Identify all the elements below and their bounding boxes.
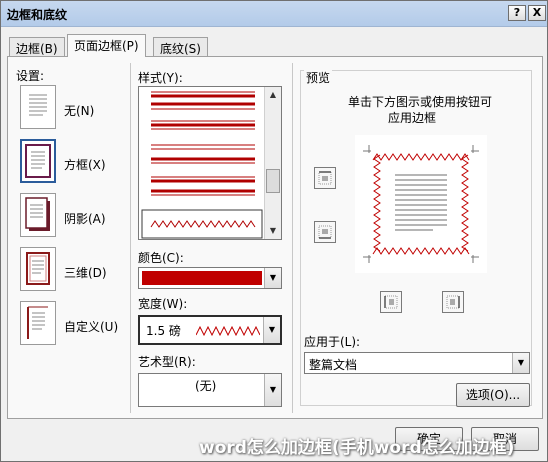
close-button[interactable]: X [528,5,546,21]
tab-shading[interactable]: 底纹(S) [153,37,208,57]
page-3d-border-icon [26,252,50,285]
setting-box-label[interactable]: 方框(X) [64,156,106,173]
column-divider [292,63,293,413]
page-custom-border-icon [27,306,48,339]
scroll-up-icon[interactable]: ▲ [265,87,281,103]
bottom-zigzag-border [372,247,470,255]
title-bar: 边框和底纹 ? X [1,1,547,27]
preview-drawing [363,145,479,263]
column-divider [130,63,131,413]
right-border-icon [446,295,460,309]
apply-to-combo[interactable]: 整篇文档 ▼ [304,352,530,374]
right-zigzag-border [461,154,469,252]
preview-heading: 预览 [304,69,333,86]
setting-3d-label[interactable]: 三维(D) [64,264,107,281]
chevron-down-icon[interactable]: ▼ [263,317,280,343]
page-shadow-border-icon [25,197,50,231]
color-heading: 颜色(C): [138,251,184,265]
options-button[interactable]: 选项(O)... [456,383,530,407]
art-heading: 艺术型(R): [138,355,196,369]
chevron-down-icon[interactable]: ▼ [264,268,281,288]
chevron-down-icon[interactable]: ▼ [264,374,281,406]
width-combo[interactable]: 1.5 磅 ▼ [138,315,282,345]
chevron-down-icon[interactable]: ▼ [512,353,529,373]
color-swatch [142,271,262,285]
setting-3d-thumb[interactable] [20,247,56,291]
help-button[interactable]: ? [508,5,526,21]
setting-custom-label[interactable]: 自定义(U) [64,318,118,335]
selected-style-frame [141,209,263,239]
preview-hint-line1: 单击下方图示或使用按钮可 [348,95,493,109]
setting-none-thumb[interactable] [20,85,56,129]
preview-hint-line2: 应用边框 [388,111,437,125]
art-combo[interactable]: (无) ▼ [138,373,282,407]
scroll-thumb[interactable] [266,169,280,193]
top-border-button[interactable] [314,167,336,189]
settings-heading: 设置: [16,69,45,83]
style-listbox[interactable]: ▲ ▼ [138,86,282,240]
width-heading: 宽度(W): [138,297,188,311]
preview-page[interactable] [355,135,487,273]
setting-custom-thumb[interactable] [20,301,56,345]
zigzag-line-sample [196,325,260,337]
tab-page-border[interactable]: 页面边框(P) [67,34,146,57]
color-combo[interactable]: ▼ [138,267,282,289]
apply-to-heading: 应用于(L): [304,335,361,349]
page-box-border-icon [25,144,51,178]
bottom-border-button[interactable] [314,221,336,243]
left-border-button[interactable] [380,291,402,313]
scroll-down-icon[interactable]: ▼ [265,223,281,239]
setting-none-label[interactable]: 无(N) [64,102,94,119]
style-scrollbar[interactable]: ▲ ▼ [264,87,281,239]
setting-shadow-thumb[interactable] [20,193,56,237]
page-lines-icon [29,94,47,116]
art-value: (无) [195,379,217,393]
preview-text-lines [395,174,447,231]
tab-borders[interactable]: 边框(B) [9,37,65,57]
bottom-border-icon [318,225,332,239]
borders-shading-dialog: 边框和底纹 ? X 边框(B) 页面边框(P) 底纹(S) 设置: 无(N) 方… [0,0,548,462]
line-style-samples[interactable] [139,87,265,239]
dialog-title: 边框和底纹 [7,8,68,22]
left-zigzag-border [373,154,381,252]
style-heading: 样式(Y): [138,71,183,85]
right-border-button[interactable] [442,291,464,313]
top-border-icon [318,171,332,185]
watermark-caption: word怎么加边框(手机word怎么加边框) [199,438,515,458]
zigzag-style-sample[interactable] [150,220,256,228]
setting-shadow-label[interactable]: 阴影(A) [64,210,106,227]
apply-to-value: 整篇文档 [309,358,358,372]
setting-box-thumb[interactable] [20,139,56,183]
left-border-icon [384,295,398,309]
width-value: 1.5 磅 [146,324,181,338]
top-zigzag-border [372,153,470,161]
